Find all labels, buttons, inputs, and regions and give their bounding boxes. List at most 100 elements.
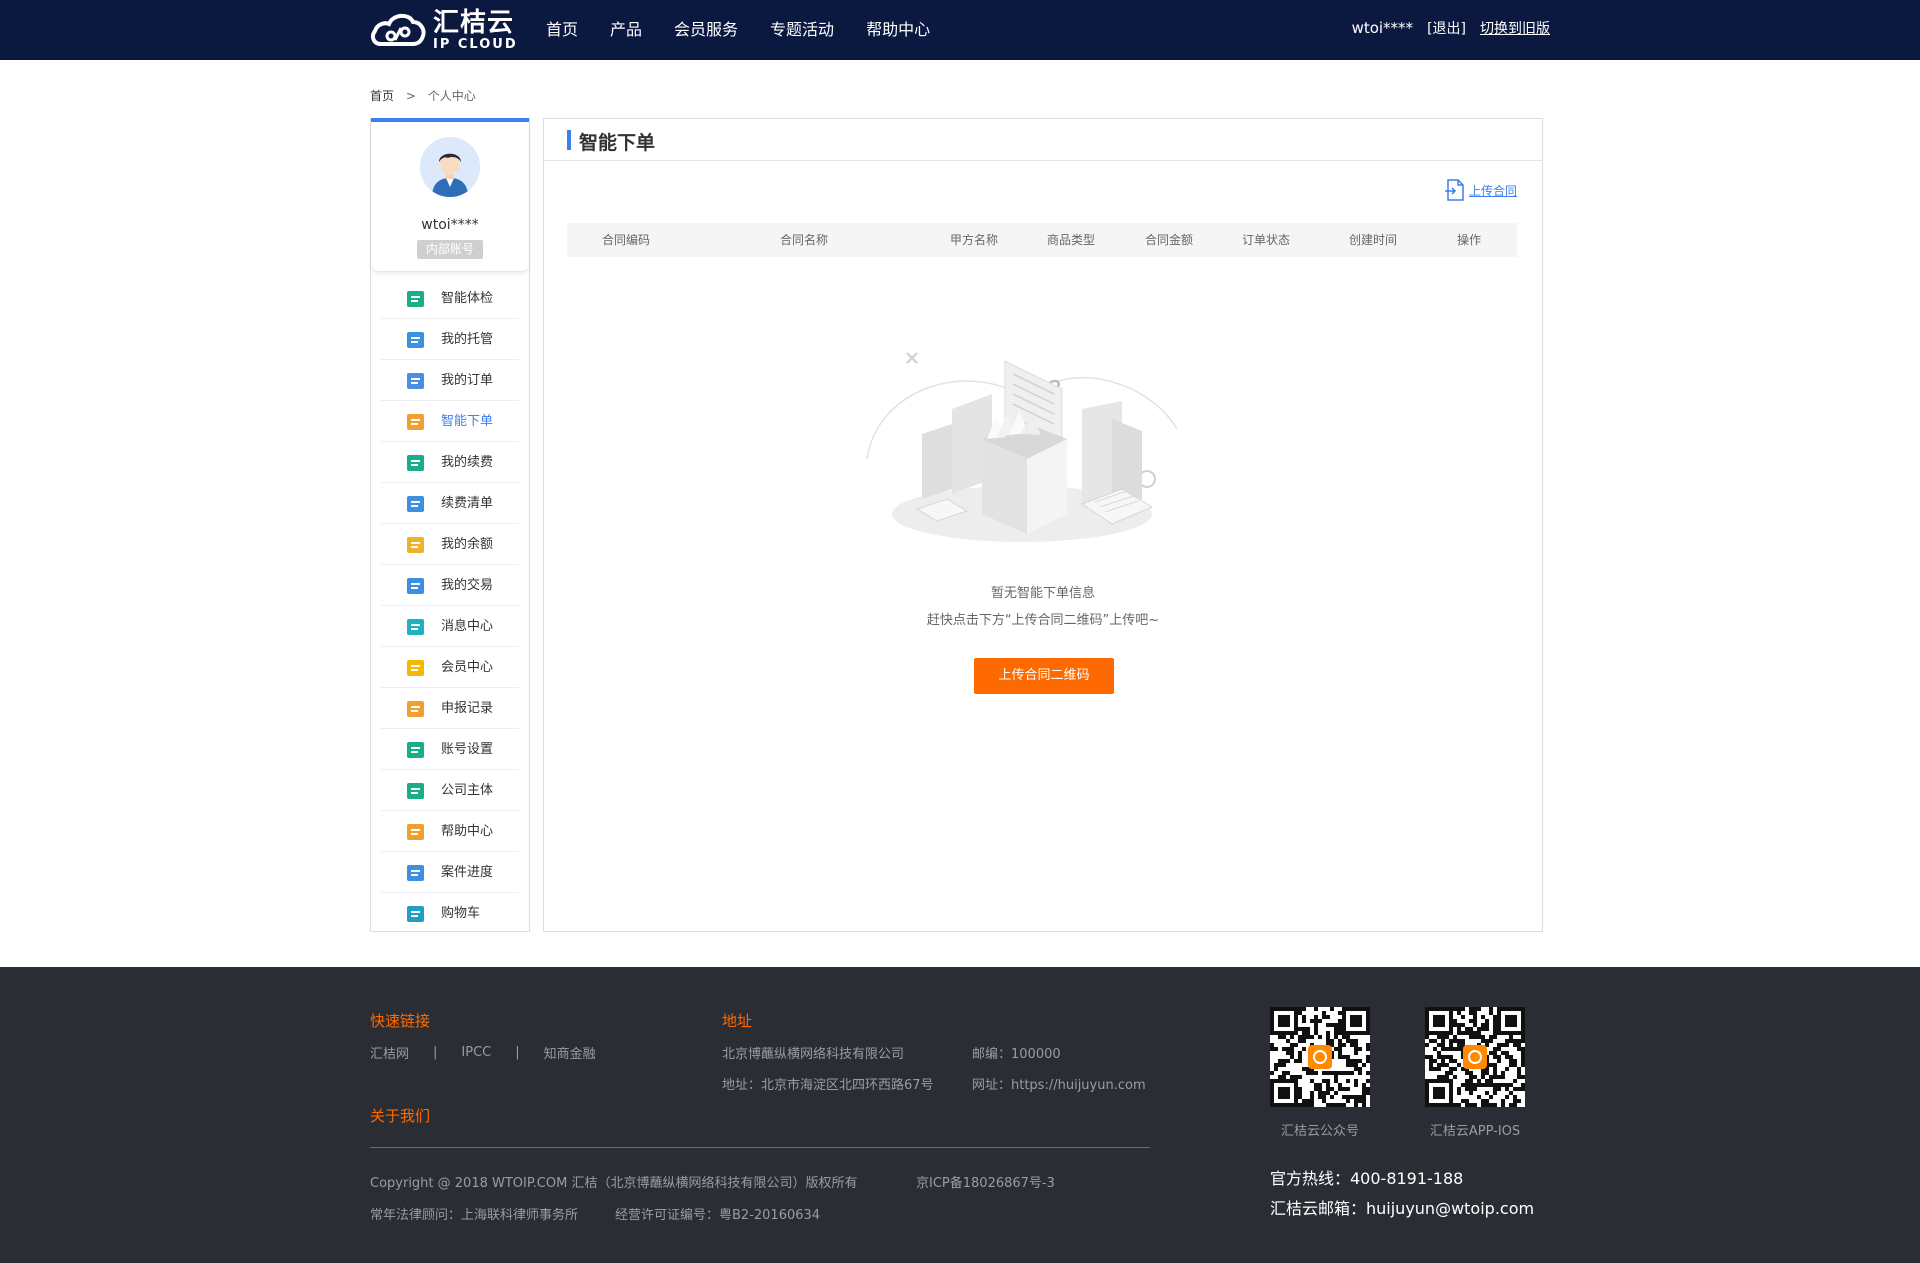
footer-quick-links-title: 快速链接 bbox=[370, 1012, 431, 1030]
footer-copyright: Copyright @ 2018 WTOIP.COM 汇桔（北京博蘸纵横网络科技… bbox=[370, 1176, 858, 1191]
sidebar-item-3[interactable]: 我的订单 bbox=[381, 360, 519, 401]
footer-link-divider: | bbox=[433, 1045, 438, 1060]
nav-member-service[interactable]: 会员服务 bbox=[674, 0, 738, 60]
wallet-icon bbox=[407, 537, 424, 553]
user-settings-icon bbox=[407, 742, 424, 758]
logo-text-en: IP CLOUD bbox=[433, 37, 518, 52]
footer-address: 地址：北京市海淀区北四环西路67号 bbox=[722, 1078, 934, 1093]
footer-quick-links: 汇桔网 | IPCC | 知商金融 bbox=[370, 1043, 596, 1062]
footer-lawyer: 常年法律顾问：上海联科律师事务所 bbox=[370, 1208, 579, 1223]
profile-username: wtoi**** bbox=[421, 217, 479, 233]
sidebar-item-label: 智能下单 bbox=[441, 414, 494, 429]
sidebar-item-11[interactable]: 申报记录 bbox=[381, 688, 519, 729]
sidebar-item-9[interactable]: 消息中心 bbox=[381, 606, 519, 647]
qr-code-ios bbox=[1425, 1007, 1525, 1107]
footer-link-finance[interactable]: 知商金融 bbox=[544, 1043, 596, 1062]
logo[interactable]: 汇桔云 IP CLOUD bbox=[369, 8, 519, 52]
avatar[interactable] bbox=[420, 137, 480, 197]
qr-code-wechat-image bbox=[1270, 1007, 1370, 1107]
sidebar-item-label: 续费清单 bbox=[441, 496, 494, 511]
breadcrumb: 首页 > 个人中心 bbox=[370, 87, 476, 104]
footer-address-title: 地址 bbox=[722, 1012, 753, 1030]
sidebar-item-label: 智能体检 bbox=[441, 291, 494, 306]
footer-website: 网址：https://huijuyun.com bbox=[972, 1078, 1146, 1093]
nav-help[interactable]: 帮助中心 bbox=[866, 0, 930, 60]
footer-about-title[interactable]: 关于我们 bbox=[370, 1105, 430, 1126]
empty-state-hint: 赶快点击下方“上传合同二维码”上传吧~ bbox=[926, 613, 1160, 628]
qr-code-ios-image bbox=[1425, 1007, 1525, 1107]
sidebar-item-14[interactable]: 帮助中心 bbox=[381, 811, 519, 852]
qr-caption-ios: 汇桔云APP-IOS bbox=[1429, 1124, 1521, 1139]
footer-hotline: 官方热线：400-8191-188 bbox=[1270, 1169, 1464, 1188]
sidebar-item-5[interactable]: 我的续费 bbox=[381, 442, 519, 483]
sidebar-item-6[interactable]: 续费清单 bbox=[381, 483, 519, 524]
sidebar-item-label: 消息中心 bbox=[441, 619, 494, 634]
sidebar-item-label: 我的交易 bbox=[441, 578, 494, 593]
footer-email: 汇桔云邮箱：huijuyun@wtoip.com bbox=[1270, 1199, 1535, 1218]
renew-list-icon bbox=[407, 496, 424, 512]
sidebar-item-label: 帮助中心 bbox=[441, 824, 494, 839]
qr-caption-wechat: 汇桔云公众号 bbox=[1280, 1124, 1359, 1139]
upload-file-icon bbox=[1444, 179, 1464, 201]
footer-postcode: 邮编：100000 bbox=[972, 1047, 1061, 1062]
col-order-status: 订单状态 bbox=[1242, 233, 1291, 247]
sidebar-item-7[interactable]: 我的余额 bbox=[381, 524, 519, 565]
footer-link-huiju[interactable]: 汇桔网 bbox=[370, 1043, 409, 1062]
sidebar-item-10[interactable]: 会员中心 bbox=[381, 647, 519, 688]
hosting-icon bbox=[407, 332, 424, 348]
sidebar-item-label: 我的托管 bbox=[441, 332, 494, 347]
sidebar-item-label: 申报记录 bbox=[441, 701, 494, 716]
col-product-type: 商品类型 bbox=[1047, 233, 1096, 247]
nav-topics[interactable]: 专题活动 bbox=[770, 0, 834, 60]
report-icon bbox=[407, 701, 424, 717]
col-party-a: 甲方名称 bbox=[950, 233, 999, 247]
user-area: wtoi**** [退出] 切换到旧版 bbox=[1352, 0, 1550, 56]
sidebar-item-4[interactable]: 智能下单 bbox=[381, 401, 519, 442]
logo-text-cn: 汇桔云 bbox=[433, 8, 515, 38]
footer-icp[interactable]: 京ICP备18026867号-3 bbox=[916, 1172, 1055, 1191]
sidebar-item-1[interactable]: 智能体检 bbox=[381, 278, 519, 319]
nav-products[interactable]: 产品 bbox=[610, 0, 642, 60]
breadcrumb-home[interactable]: 首页 bbox=[370, 89, 394, 103]
footer-link-divider: | bbox=[515, 1045, 520, 1060]
account-type-badge: 内部账号 bbox=[417, 240, 483, 259]
switch-old-version-link[interactable]: 切换到旧版 bbox=[1480, 18, 1550, 38]
nav-home[interactable]: 首页 bbox=[546, 0, 578, 60]
smart-order-icon bbox=[407, 414, 424, 430]
avatar-person-icon bbox=[420, 137, 480, 197]
sidebar-item-label: 购物车 bbox=[441, 906, 481, 921]
upload-contract-qr-button[interactable]: 上传合同二维码 bbox=[974, 658, 1114, 694]
col-contract-name: 合同名称 bbox=[780, 233, 829, 247]
footer-link-ipcc[interactable]: IPCC bbox=[461, 1045, 491, 1060]
crown-icon bbox=[407, 660, 424, 676]
breadcrumb-current: 个人中心 bbox=[427, 89, 476, 103]
panel-header: 智能下单 bbox=[544, 119, 1542, 161]
footer-divider bbox=[370, 1147, 1150, 1148]
main-panel: 智能下单 上传合同 合同编码 合同名称 甲方名称 商品类型 合同金额 订单状态 … bbox=[543, 118, 1543, 932]
progress-icon bbox=[407, 865, 424, 881]
sidebar-item-8[interactable]: 我的交易 bbox=[381, 565, 519, 606]
footer-company-name: 北京博蘸纵横网络科技有限公司 bbox=[722, 1047, 905, 1062]
footer: 快速链接 汇桔网 | IPCC | 知商金融 关于我们 地址 北京博蘸纵横网络科… bbox=[0, 967, 1920, 1263]
title-accent-bar bbox=[567, 130, 571, 150]
company-icon bbox=[407, 783, 424, 799]
header-username[interactable]: wtoi**** bbox=[1352, 19, 1414, 37]
order-icon bbox=[407, 373, 424, 389]
upload-contract-label: 上传合同 bbox=[1468, 183, 1517, 198]
breadcrumb-separator: > bbox=[405, 89, 416, 103]
sidebar-item-13[interactable]: 公司主体 bbox=[381, 770, 519, 811]
sidebar-item-16[interactable]: 购物车 bbox=[381, 893, 519, 934]
sidebar-item-label: 公司主体 bbox=[441, 783, 494, 798]
trade-icon bbox=[407, 578, 424, 594]
sidebar-item-15[interactable]: 案件进度 bbox=[381, 852, 519, 893]
sidebar-item-label: 账号设置 bbox=[441, 742, 494, 757]
medkit-icon bbox=[407, 291, 424, 307]
sidebar-item-label: 我的续费 bbox=[441, 455, 494, 470]
top-navbar: 汇桔云 IP CLOUD 首页 产品 会员服务 专题活动 帮助中心 wtoi**… bbox=[0, 0, 1920, 60]
upload-contract-link[interactable]: 上传合同 bbox=[1444, 179, 1517, 201]
col-contract-code: 合同编码 bbox=[602, 233, 651, 247]
col-created-time: 创建时间 bbox=[1349, 233, 1398, 247]
sidebar-item-2[interactable]: 我的托管 bbox=[381, 319, 519, 360]
logout-link[interactable]: [退出] bbox=[1427, 18, 1466, 38]
sidebar-item-12[interactable]: 账号设置 bbox=[381, 729, 519, 770]
